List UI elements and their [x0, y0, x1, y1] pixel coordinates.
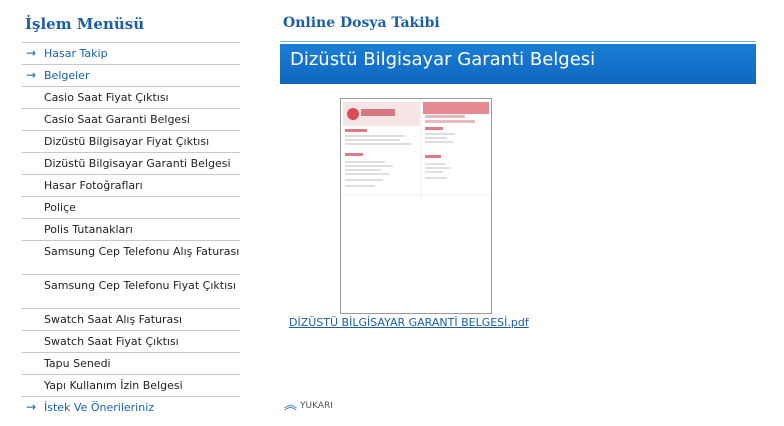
sidebar-item-label: Swatch Saat Alış Faturası [44, 313, 183, 326]
sidebar-item-label: Samsung Cep Telefonu Fiyat Çıktısı [44, 279, 236, 292]
document-thumbnail[interactable] [340, 98, 492, 314]
sidebar-item-belgeler[interactable]: → Belgeler [22, 65, 240, 87]
sidebar-item-label: Hasar Takip [44, 47, 108, 60]
sidebar-menu: → Hasar Takip → Belgeler Casio Saat Fiya… [22, 42, 240, 418]
sidebar-item-label: Yapı Kullanım İzin Belgesi [44, 379, 183, 392]
pdf-file-link[interactable]: DİZÜSTÜ BİLGİSAYAR GARANTİ BELGESİ.pdf [289, 316, 529, 329]
double-chevron-up-icon: ︽ [284, 398, 298, 413]
sidebar-item-label: Polis Tutanakları [44, 223, 133, 236]
document-title-bar: Dizüstü Bilgisayar Garanti Belgesi [280, 44, 756, 84]
arrow-right-icon: → [26, 68, 37, 82]
sidebar-item-label: İstek Ve Önerileriniz [44, 401, 155, 414]
sidebar-item-casio-fiyat[interactable]: Casio Saat Fiyat Çıktısı [22, 87, 240, 109]
sidebar-item-yapi-kullanim[interactable]: Yapı Kullanım İzin Belgesi [22, 375, 240, 397]
sidebar-item-dizustu-garanti[interactable]: Dizüstü Bilgisayar Garanti Belgesi [22, 153, 240, 175]
sidebar-item-label: Dizüstü Bilgisayar Garanti Belgesi [44, 157, 231, 170]
sidebar-item-label: Poliçe [44, 201, 76, 214]
sidebar-title: İşlem Menüsü [25, 15, 145, 33]
sidebar-item-label: Tapu Senedi [44, 357, 111, 370]
sidebar-item-label: Belgeler [44, 69, 90, 82]
sidebar-item-istek-oneriler[interactable]: → İstek Ve Önerileriniz [22, 397, 240, 418]
sidebar-item-polis-tutanaklari[interactable]: Polis Tutanakları [22, 219, 240, 241]
sidebar-item-swatch-fatura[interactable]: Swatch Saat Alış Faturası [22, 309, 240, 331]
sidebar-item-police[interactable]: Poliçe [22, 197, 240, 219]
sidebar-item-label: Samsung Cep Telefonu Alış Faturası [44, 245, 240, 258]
sidebar-item-label: Swatch Saat Fiyat Çıktısı [44, 335, 179, 348]
arrow-right-icon: → [26, 46, 37, 60]
sidebar-item-label: Dizüstü Bilgisayar Fiyat Çıktısı [44, 135, 210, 148]
sidebar-item-label: Casio Saat Fiyat Çıktısı [44, 91, 169, 104]
page-title: Online Dosya Takibi [283, 15, 440, 31]
sidebar-item-label: Casio Saat Garanti Belgesi [44, 113, 190, 126]
back-to-top-label: YUKARI [300, 401, 333, 411]
sidebar-item-casio-garanti[interactable]: Casio Saat Garanti Belgesi [22, 109, 240, 131]
sidebar-item-label: Hasar Fotoğrafları [44, 179, 143, 192]
sidebar-item-tapu-senedi[interactable]: Tapu Senedi [22, 353, 240, 375]
sidebar-item-samsung-fiyat[interactable]: Samsung Cep Telefonu Fiyat Çıktısı [22, 275, 240, 309]
back-to-top-link[interactable]: ︽ YUKARI [284, 398, 333, 413]
sidebar-item-hasar-takip[interactable]: → Hasar Takip [22, 43, 240, 65]
sidebar-item-swatch-fiyat[interactable]: Swatch Saat Fiyat Çıktısı [22, 331, 240, 353]
arrow-right-icon: → [26, 400, 37, 414]
header-divider [280, 41, 756, 42]
sidebar-item-hasar-fotograflari[interactable]: Hasar Fotoğrafları [22, 175, 240, 197]
sidebar-item-dizustu-fiyat[interactable]: Dizüstü Bilgisayar Fiyat Çıktısı [22, 131, 240, 153]
sidebar-item-samsung-fatura[interactable]: Samsung Cep Telefonu Alış Faturası [22, 241, 240, 275]
document-preview-image [341, 99, 491, 313]
